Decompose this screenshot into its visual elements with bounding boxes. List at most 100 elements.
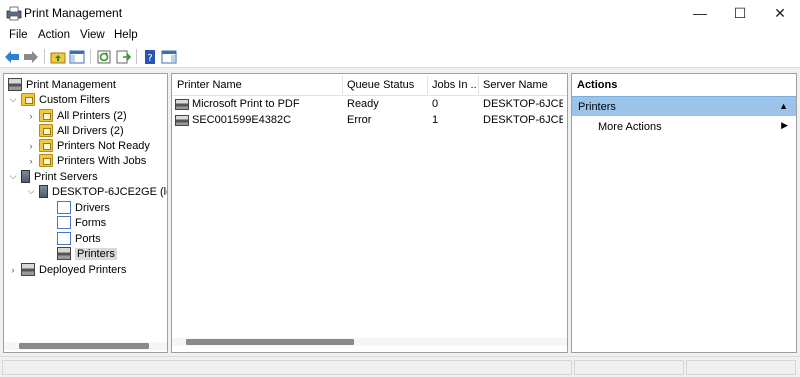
table-row[interactable]: Microsoft Print to PDF Ready 0 DESKTOP-6… xyxy=(172,97,567,113)
column-header-queue-status[interactable]: Queue Status xyxy=(347,79,427,91)
status-bar xyxy=(0,356,800,377)
menu-file[interactable]: File xyxy=(9,29,28,41)
show-hide-action-pane-button[interactable] xyxy=(160,48,178,65)
tree-item-label: Deployed Printers xyxy=(39,263,127,276)
tree-item-forms[interactable]: Forms xyxy=(44,215,106,230)
expand-icon[interactable]: › xyxy=(8,265,18,275)
maximize-button[interactable]: ☐ xyxy=(720,0,760,26)
menu-help[interactable]: Help xyxy=(114,29,138,41)
expand-icon[interactable]: › xyxy=(26,111,36,121)
minimize-icon: — xyxy=(693,5,707,21)
table-row[interactable]: SEC001599E4382C Error 1 DESKTOP-6JCE... xyxy=(172,113,567,129)
collapse-icon[interactable]: ⌵ xyxy=(8,94,18,105)
back-button[interactable] xyxy=(3,48,21,65)
tree-item-label: Print Servers xyxy=(34,170,98,183)
tree-item-label: Custom Filters xyxy=(39,93,110,106)
list-horizontal-scrollbar[interactable] xyxy=(172,338,567,346)
tree-item-printers-not-ready[interactable]: › Printers Not Ready xyxy=(26,138,150,153)
help-button[interactable]: ? xyxy=(141,48,159,65)
title-bar: Print Management — ☐ ✕ xyxy=(0,0,800,26)
collapse-section-icon[interactable]: ▲ xyxy=(779,101,788,111)
scrollbar-thumb[interactable] xyxy=(19,343,149,349)
up-one-level-button[interactable] xyxy=(49,48,67,65)
menu-view[interactable]: View xyxy=(80,29,105,41)
forward-icon xyxy=(24,50,38,63)
scrollbar-thumb[interactable] xyxy=(186,339,354,345)
toolbar: ? xyxy=(0,45,800,68)
export-list-button[interactable] xyxy=(114,48,132,65)
column-header-jobs[interactable]: Jobs In ... xyxy=(432,79,477,91)
tree-item-label: DESKTOP-6JCE2GE (local xyxy=(52,185,167,198)
tree-horizontal-scrollbar[interactable] xyxy=(4,342,167,350)
actions-section-printers[interactable]: Printers ▲ xyxy=(572,96,796,116)
toolbar-separator xyxy=(136,49,137,64)
tree-item-label: Forms xyxy=(75,216,107,229)
close-icon: ✕ xyxy=(774,4,786,21)
filter-folder-icon xyxy=(39,109,53,122)
printer-list[interactable]: Printer Name Queue Status Jobs In ... Se… xyxy=(171,73,568,353)
tree-item-print-servers[interactable]: ⌵ Print Servers xyxy=(8,169,98,184)
more-actions-item[interactable]: More Actions xyxy=(598,121,662,133)
filter-folder-icon xyxy=(21,93,35,106)
server-icon xyxy=(21,170,30,183)
status-cell xyxy=(2,360,572,375)
navigation-tree[interactable]: Print Management ⌵ Custom Filters › All … xyxy=(3,73,168,353)
filter-folder-icon xyxy=(39,124,53,137)
printer-icon xyxy=(21,263,35,276)
submenu-arrow-icon[interactable]: ▶ xyxy=(781,120,788,131)
queue-status: Error xyxy=(347,114,372,126)
collapse-icon[interactable]: ⌵ xyxy=(26,186,36,197)
minimize-button[interactable]: — xyxy=(680,0,720,26)
actions-pane: Actions Printers ▲ More Actions ▶ xyxy=(571,73,797,353)
show-hide-action-pane-icon xyxy=(161,50,177,63)
toolbar-separator xyxy=(44,49,45,64)
status-cell xyxy=(574,360,684,375)
jobs-count: 1 xyxy=(432,114,439,126)
status-cell xyxy=(686,360,796,375)
svg-text:?: ? xyxy=(147,53,152,64)
tree-item-printers[interactable]: Printers xyxy=(44,246,117,261)
expand-icon[interactable]: › xyxy=(26,141,36,151)
tree-item-all-drivers[interactable]: All Drivers (2) xyxy=(26,123,124,138)
tree-item-drivers[interactable]: Drivers xyxy=(44,200,110,215)
tree-item-ports[interactable]: Ports xyxy=(44,231,101,246)
tree-item-print-management[interactable]: Print Management xyxy=(8,77,116,92)
forward-button[interactable] xyxy=(22,48,40,65)
list-header: Printer Name Queue Status Jobs In ... Se… xyxy=(172,74,567,96)
refresh-button[interactable] xyxy=(95,48,113,65)
tree-item-label: Printers Not Ready xyxy=(57,139,150,152)
tree-item-all-printers[interactable]: › All Printers (2) xyxy=(26,108,127,123)
maximize-icon: ☐ xyxy=(733,4,747,21)
tree-item-label: Drivers xyxy=(75,201,110,214)
tree-item-label: All Printers (2) xyxy=(57,109,127,122)
back-icon xyxy=(5,50,19,63)
close-button[interactable]: ✕ xyxy=(760,0,800,26)
menu-action[interactable]: Action xyxy=(38,29,70,41)
help-icon: ? xyxy=(145,49,155,64)
refresh-icon xyxy=(97,50,111,63)
tree-item-printers-with-jobs[interactable]: › Printers With Jobs xyxy=(26,153,146,168)
collapse-icon[interactable]: ⌵ xyxy=(8,171,18,182)
tree-item-deployed-printers[interactable]: › Deployed Printers xyxy=(8,262,126,277)
tree-item-custom-filters[interactable]: ⌵ Custom Filters xyxy=(8,92,110,107)
server-name: DESKTOP-6JCE... xyxy=(483,98,563,110)
tree-item-label: Printers With Jobs xyxy=(57,154,147,167)
actions-section-label: Printers xyxy=(578,101,616,113)
tree-item-server[interactable]: ⌵ DESKTOP-6JCE2GE (local xyxy=(26,184,167,199)
print-management-icon xyxy=(8,78,22,91)
column-separator[interactable] xyxy=(478,76,479,94)
jobs-count: 0 xyxy=(432,98,439,110)
printer-name: SEC001599E4382C xyxy=(192,114,292,126)
drivers-icon xyxy=(57,201,71,214)
window-title: Print Management xyxy=(24,6,123,20)
show-hide-tree-button[interactable] xyxy=(68,48,86,65)
printer-icon xyxy=(175,114,189,126)
menu-bar: File Action View Help xyxy=(0,26,800,45)
printer-name: Microsoft Print to PDF xyxy=(192,98,300,110)
column-separator[interactable] xyxy=(427,76,428,94)
column-header-server-name[interactable]: Server Name xyxy=(483,79,563,91)
expand-icon[interactable]: › xyxy=(26,156,36,166)
column-separator[interactable] xyxy=(342,76,343,94)
toolbar-separator xyxy=(90,49,91,64)
column-header-printer-name[interactable]: Printer Name xyxy=(177,79,337,91)
